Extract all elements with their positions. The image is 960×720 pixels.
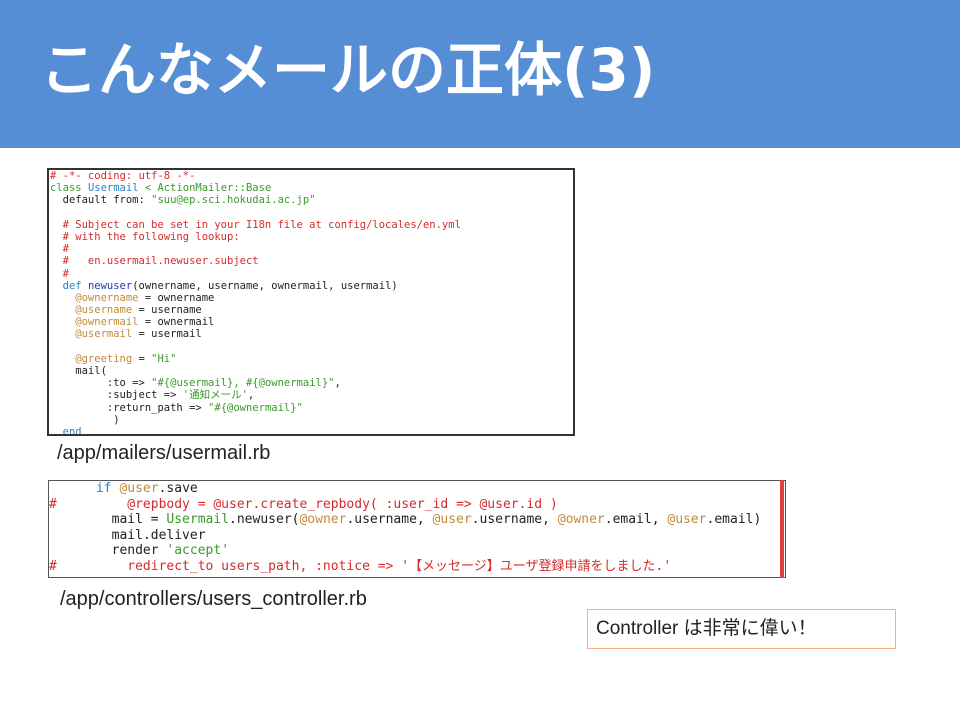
slide-title: こんなメールの正体(3) (40, 36, 656, 104)
code-token: class (50, 182, 88, 195)
code-line: render 'accept' (49, 543, 785, 559)
code-token: .email, (604, 512, 668, 528)
code-token: .newuser( (229, 512, 300, 528)
code-token: # @repbody = @user.create_repbody( :user… (49, 496, 558, 512)
code-line: # redirect_to users_path, :notice => '【メ… (49, 559, 785, 575)
code-token: .username, (346, 512, 433, 528)
code-token: def (50, 279, 88, 292)
code-token: @user (667, 512, 707, 528)
code-token: "suu@ep.sci.hokudai.ac.jp" (151, 194, 316, 207)
code-line: :subject => '通知メール', (49, 389, 573, 401)
code-token: < ActionMailer::Base (138, 182, 272, 195)
code-token: , (334, 377, 341, 390)
code-token: mail( (50, 365, 107, 377)
code-token: '通知メール' (182, 389, 248, 402)
code-token: # redirect_to users_path, :notice => '【メ… (49, 558, 672, 574)
code-token: .email) (706, 512, 762, 528)
code-token: = usermail (132, 328, 202, 341)
code-line: mail( (49, 365, 573, 377)
code-token: ) (50, 413, 120, 426)
code-line: @usermail = usermail (49, 328, 573, 340)
title-banner: こんなメールの正体(3) (0, 0, 960, 148)
code-line: mail.deliver (49, 528, 785, 544)
code-line: # (49, 243, 573, 255)
usermail-code-screenshot: # -*- coding: utf-8 -*- class Usermail < … (47, 168, 575, 436)
code-token: # Subject can be set in your I18n file a… (50, 218, 461, 231)
code-token: @greeting (50, 352, 133, 365)
code-token: # (50, 267, 69, 280)
code-token: # -*- coding: utf-8 -*- (50, 170, 196, 182)
code-token: "Hi" (151, 352, 177, 365)
code-token: (ownername, username, ownermail, usermai… (132, 279, 398, 292)
code-line: @greeting = "Hi" (49, 353, 573, 365)
code-token: @user (119, 481, 159, 496)
code-line: # -*- coding: utf-8 -*- (49, 170, 573, 182)
code-token: Usermail (87, 182, 139, 195)
code-token: .save (158, 481, 198, 496)
code-token: Usermail (166, 512, 230, 528)
controller-code-screenshot: if @user.save # @repbody = @user.create_r… (48, 480, 786, 578)
code-token: .username, (471, 512, 558, 528)
code-token: :return_path => (50, 401, 209, 414)
scrollbar-edge (780, 480, 784, 578)
code-line: class Usermail < ActionMailer::Base (49, 182, 573, 194)
code-token: # en.usermail.newuser.subject (50, 255, 259, 268)
code-line: mail = Usermail.newuser(@owner.username,… (49, 512, 785, 528)
code-token: @username (50, 304, 133, 317)
code-line: # @repbody = @user.create_repbody( :user… (49, 497, 785, 513)
code-token: mail = (49, 512, 167, 528)
code-token: , (247, 389, 255, 402)
controller-path-caption: /app/controllers/users_controller.rb (60, 588, 367, 610)
code-token: :to => (50, 377, 152, 390)
code-line: if @user.save (49, 481, 785, 497)
code-token: @owner (299, 512, 347, 528)
code-token: render (49, 543, 167, 559)
code-line: :to => "#{@usermail}, #{@ownermail}", (49, 377, 573, 389)
code-line: @username = username (49, 304, 573, 316)
code-line: def newuser(ownername, username, ownerma… (49, 280, 573, 292)
usermail-path-caption: /app/mailers/usermail.rb (57, 442, 271, 464)
code-token: 'accept' (166, 543, 230, 559)
code-line: ) (49, 414, 573, 426)
code-line: default from: "suu@ep.sci.hokudai.ac.jp" (49, 194, 573, 206)
code-token: "#{@ownermail}" (208, 401, 303, 414)
code-line: :return_path => "#{@ownermail}" (49, 402, 573, 414)
code-token: default from: (50, 194, 152, 207)
code-line: # with the following lookup: (49, 231, 573, 243)
code-token: = ownermail (138, 316, 215, 329)
code-token: newuser (87, 279, 133, 292)
code-token: = username (132, 304, 202, 317)
code-line: end (49, 425, 573, 436)
code-token: @owner (557, 512, 605, 528)
code-token: if (49, 481, 120, 496)
code-token: @user (432, 512, 472, 528)
code-line: # Subject can be set in your I18n file a… (49, 219, 573, 231)
note-box: Controller は非常に偉い！ (587, 609, 896, 649)
code-token: end (50, 425, 82, 436)
code-token: :subject => (50, 389, 183, 402)
code-token: # (50, 243, 69, 256)
code-token: # with the following lookup: (50, 230, 240, 243)
code-token: @usermail (50, 328, 133, 341)
code-token: "#{@usermail}, #{@ownermail}" (151, 377, 335, 390)
code-token: @ownermail (50, 316, 139, 329)
code-line: # (49, 268, 573, 280)
code-line: @ownername = ownername (49, 292, 573, 304)
code-token: = ownername (138, 291, 215, 304)
code-token: mail.deliver (49, 527, 206, 543)
code-token: = (132, 352, 152, 365)
code-line: # en.usermail.newuser.subject (49, 255, 573, 267)
code-token: @ownername (50, 291, 139, 304)
code-line: @ownermail = ownermail (49, 316, 573, 328)
